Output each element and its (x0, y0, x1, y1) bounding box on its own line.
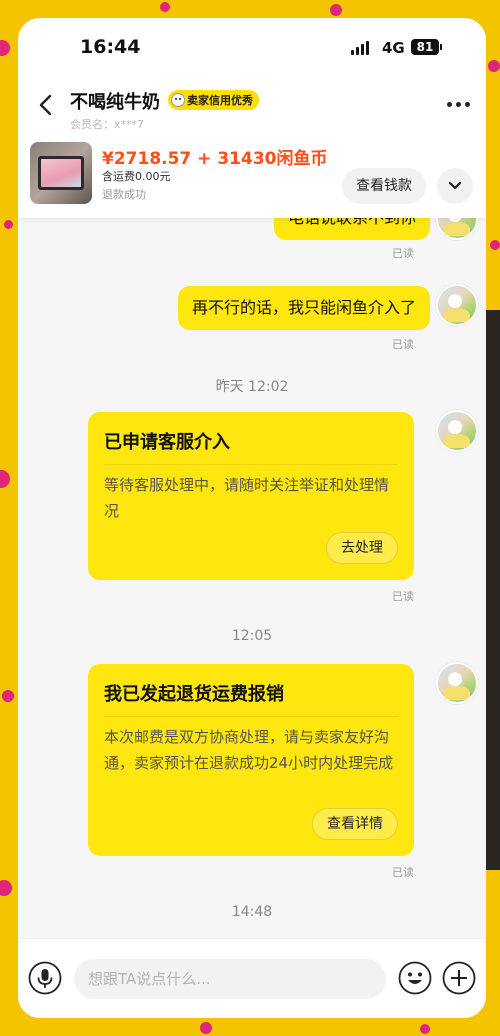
smiley-icon (171, 93, 185, 107)
card-divider (104, 464, 398, 465)
read-receipt: 已读 (392, 247, 414, 260)
plus-icon (442, 961, 476, 995)
emoji-icon (398, 961, 432, 995)
signal-icon (351, 41, 369, 55)
refund-status: 退款成功 (102, 188, 146, 201)
voice-button[interactable] (28, 961, 62, 995)
timestamp: 昨天 12:02 (215, 379, 289, 395)
view-details-button[interactable]: 查看详情 (312, 808, 398, 840)
card-divider (104, 716, 398, 717)
tablet-image (38, 156, 84, 190)
view-wallet-button[interactable]: 查看钱款 (342, 168, 426, 204)
avatar[interactable] (436, 410, 478, 452)
product-card[interactable]: ¥2718.57 + 31430闲鱼币 含运费0.00元 退款成功 查看钱款 (18, 136, 486, 218)
battery-tip (440, 44, 442, 50)
chevron-left-icon (39, 94, 52, 116)
more-dots-icon (447, 102, 452, 107)
status-time: 16:44 (80, 36, 141, 58)
back-button[interactable] (32, 90, 62, 120)
chevron-down-icon (448, 181, 462, 190)
product-thumbnail[interactable] (30, 142, 92, 204)
member-id: 会员名：x***7 (70, 118, 145, 131)
card-body: 等待客服处理中，请随时关注举证和处理情况 (104, 476, 390, 520)
credit-badge[interactable]: 卖家信用优秀 (168, 90, 259, 110)
handle-button[interactable]: 去处理 (326, 532, 398, 564)
read-receipt: 已读 (392, 866, 414, 879)
credit-badge-label: 卖家信用优秀 (187, 94, 253, 107)
seller-name[interactable]: 不喝纯牛奶 (70, 88, 160, 114)
avatar[interactable] (436, 218, 478, 240)
battery-icon: 81 (411, 39, 439, 55)
message-text: 再不行的话，我只能闲鱼介入了 (191, 298, 416, 317)
input-bar (18, 938, 486, 1018)
timestamp: 14:48 (231, 904, 273, 920)
read-receipt: 已读 (392, 590, 414, 603)
emoji-button[interactable] (398, 961, 432, 995)
product-price: ¥2718.57 + 31430闲鱼币 (102, 149, 328, 169)
shipping-reimbursement-card[interactable]: 我已发起退货运费报销 本次邮费是双方协商处理，请与卖家友好沟通，卖家预计在退款成… (88, 664, 414, 856)
avatar[interactable] (436, 284, 478, 326)
chat-area[interactable]: 电话说联系不到你 已读 再不行的话，我只能闲鱼介入了 已读 昨天 12:02 已… (18, 218, 486, 938)
intervention-card[interactable]: 已申请客服介入 等待客服处理中，请随时关注举证和处理情况 去处理 (88, 412, 414, 580)
expand-button[interactable] (437, 168, 473, 204)
network-type: 4G (382, 39, 405, 57)
status-bar: 16:44 4G 81 (18, 18, 486, 78)
more-options-button[interactable] (447, 102, 470, 107)
phone-screen: 16:44 4G 81 不喝纯牛奶 卖家信用优秀 会员名：x***7 ¥2718… (18, 18, 486, 1018)
more-actions-button[interactable] (442, 961, 476, 995)
shipping-fee: 含运费0.00元 (102, 170, 171, 183)
message-bubble[interactable]: 再不行的话，我只能闲鱼介入了 (177, 286, 430, 330)
card-body: 本次邮费是双方协商处理，请与卖家友好沟通，卖家预计在退款成功24小时内处理完成 (104, 728, 394, 772)
microphone-icon (28, 961, 62, 995)
card-title: 已申请客服介入 (104, 432, 230, 453)
message-bubble[interactable]: 电话说联系不到你 (273, 218, 430, 240)
read-receipt: 已读 (392, 338, 414, 351)
message-text: 电话说联系不到你 (288, 218, 416, 227)
card-title: 我已发起退货运费报销 (104, 684, 284, 705)
timestamp: 12:05 (231, 628, 273, 644)
avatar[interactable] (436, 662, 478, 704)
message-input[interactable] (74, 959, 386, 999)
